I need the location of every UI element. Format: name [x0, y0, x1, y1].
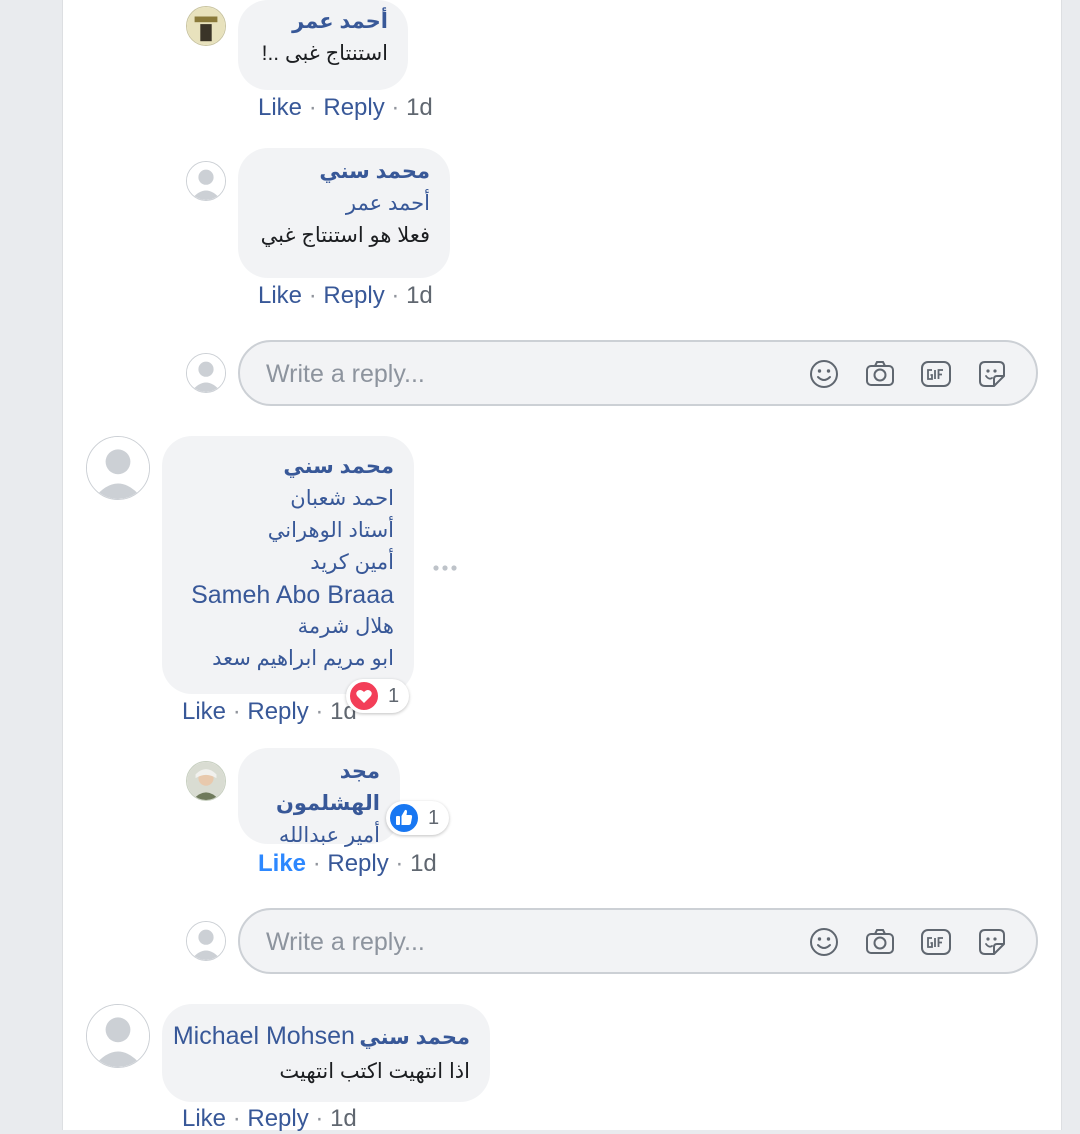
reply-button[interactable]: Reply [323, 282, 384, 309]
avatar[interactable] [186, 6, 226, 46]
comment-bubble: أحمد عمر استنتاج غبى ..! [238, 0, 408, 90]
reply-input[interactable] [264, 910, 788, 974]
mention-link[interactable]: Sameh Abo Braaa [182, 579, 394, 611]
mention-link[interactable]: أحمد عمر [258, 188, 430, 220]
camera-icon[interactable] [864, 926, 896, 958]
mention-link[interactable]: احمد شعبان [182, 483, 394, 515]
timestamp[interactable]: 1d [410, 850, 437, 877]
reaction-summary[interactable]: 1 [346, 679, 410, 713]
comment-author[interactable]: محمد سني [359, 1026, 470, 1049]
comment-actions: Like · Reply · 1d [258, 850, 437, 877]
smiley-icon[interactable] [808, 358, 840, 390]
comment-author[interactable]: أحمد عمر [258, 6, 388, 38]
mention-link[interactable]: هلال شرمة [182, 611, 394, 643]
comment-text: استنتاج غبى ..! [261, 42, 388, 65]
heart-icon [348, 680, 380, 712]
reply-button[interactable]: Reply [323, 94, 384, 121]
reply-button[interactable]: Reply [327, 850, 388, 877]
comment-bubble: محمد سني أحمد عمر فعلا هو استنتاج غبي [238, 148, 450, 278]
comment-header: محمد سني Michael Mohsen [173, 1020, 470, 1056]
sticker-icon[interactable] [976, 358, 1008, 390]
comment-bubble: مجد الهشلمون أمير عبدالله [238, 748, 400, 847]
smiley-icon[interactable] [808, 926, 840, 958]
comment-bubble: محمد سني احمد شعبان أستاد الوهراني أمين … [162, 436, 414, 694]
thumbs-up-icon [388, 802, 420, 834]
mention-link[interactable]: أمين كريد [182, 547, 394, 579]
like-button[interactable]: Like [258, 850, 306, 877]
avatar[interactable] [186, 761, 226, 801]
reply-box [238, 340, 1038, 406]
comment-actions: Like · Reply · 1d [258, 94, 433, 121]
gif-icon[interactable] [920, 926, 952, 958]
mention-link[interactable]: ابو مريم ابراهيم سعد [182, 643, 394, 675]
gif-icon[interactable] [920, 358, 952, 390]
timestamp[interactable]: 1d [330, 1105, 357, 1132]
comment-author[interactable]: محمد سني [182, 451, 394, 483]
reaction-summary[interactable]: 1 [386, 801, 450, 835]
more-options-icon[interactable] [431, 563, 461, 573]
camera-icon[interactable] [864, 358, 896, 390]
like-button[interactable]: Like [182, 698, 226, 725]
reaction-count: 1 [428, 806, 440, 829]
avatar [186, 353, 226, 393]
reply-button[interactable]: Reply [247, 698, 308, 725]
mention-link[interactable]: Michael Mohsen [173, 1022, 355, 1050]
mention-link[interactable]: أمير عبدالله [258, 820, 380, 852]
comment-actions: Like · Reply · 1d [258, 282, 433, 309]
reply-box [238, 908, 1038, 974]
reply-input[interactable] [264, 342, 788, 406]
comment-actions: Like · Reply · 1d [182, 698, 357, 725]
avatar[interactable] [186, 161, 226, 201]
mention-link[interactable]: أستاد الوهراني [182, 515, 394, 547]
avatar [186, 921, 226, 961]
like-button[interactable]: Like [258, 94, 302, 121]
like-button[interactable]: Like [258, 282, 302, 309]
like-button[interactable]: Like [182, 1105, 226, 1132]
reply-button[interactable]: Reply [247, 1105, 308, 1132]
avatar[interactable] [86, 436, 150, 500]
timestamp[interactable]: 1d [406, 94, 433, 121]
sticker-icon[interactable] [976, 926, 1008, 958]
timestamp[interactable]: 1d [406, 282, 433, 309]
comment-text: اذا انتهيت اكتب انتهيت [279, 1060, 470, 1083]
comment-author[interactable]: محمد سني [258, 156, 430, 188]
comment-author[interactable]: مجد الهشلمون [258, 756, 380, 820]
comment-bubble: محمد سني Michael Mohsen اذا انتهيت اكتب … [162, 1004, 490, 1102]
reaction-count: 1 [388, 684, 400, 707]
comment-text: فعلا هو استنتاج غبي [260, 224, 430, 247]
avatar[interactable] [86, 1004, 150, 1068]
